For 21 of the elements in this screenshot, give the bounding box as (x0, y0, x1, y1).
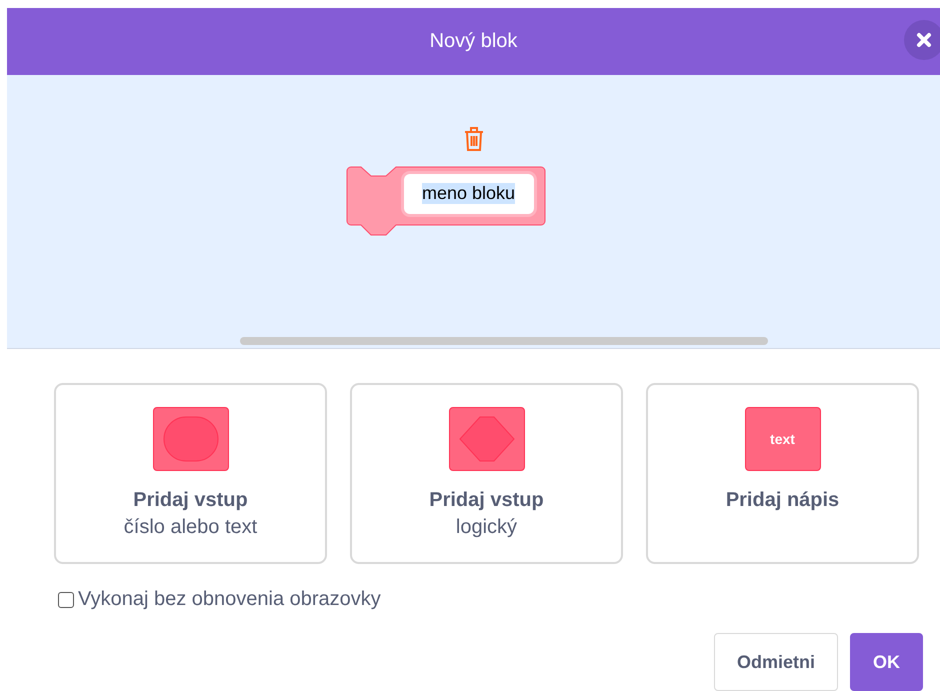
rounded-shape-icon (162, 416, 218, 462)
window-title: Nový blok (430, 30, 518, 53)
close-button[interactable] (904, 20, 940, 60)
add-option-card[interactable]: text Pridaj nápis (646, 383, 919, 564)
scrollbar[interactable] (240, 336, 768, 345)
close-icon (916, 32, 932, 48)
ok-button[interactable]: OK (850, 633, 923, 691)
option-subtitle: logický (456, 516, 518, 539)
option-subtitle: číslo alebo text (124, 516, 258, 539)
add-option-card[interactable]: Pridaj vstup číslo alebo text (54, 383, 327, 564)
text-label-icon: text (744, 407, 820, 471)
block-name-field[interactable]: meno bloku (404, 174, 534, 214)
add-option-card[interactable]: Pridaj vstup logický (350, 383, 623, 564)
checkbox-label: Vykonaj bez obnovenia obrazovky (78, 588, 381, 611)
trash-icon[interactable] (462, 126, 484, 152)
option-title: Pridaj vstup (133, 489, 248, 512)
cancel-button[interactable]: Odmietni (714, 633, 838, 691)
hexagon-shape-icon (458, 416, 514, 462)
option-title: Pridaj nápis (726, 489, 840, 512)
checkbox[interactable] (58, 592, 74, 608)
option-title: Pridaj vstup (429, 489, 544, 512)
